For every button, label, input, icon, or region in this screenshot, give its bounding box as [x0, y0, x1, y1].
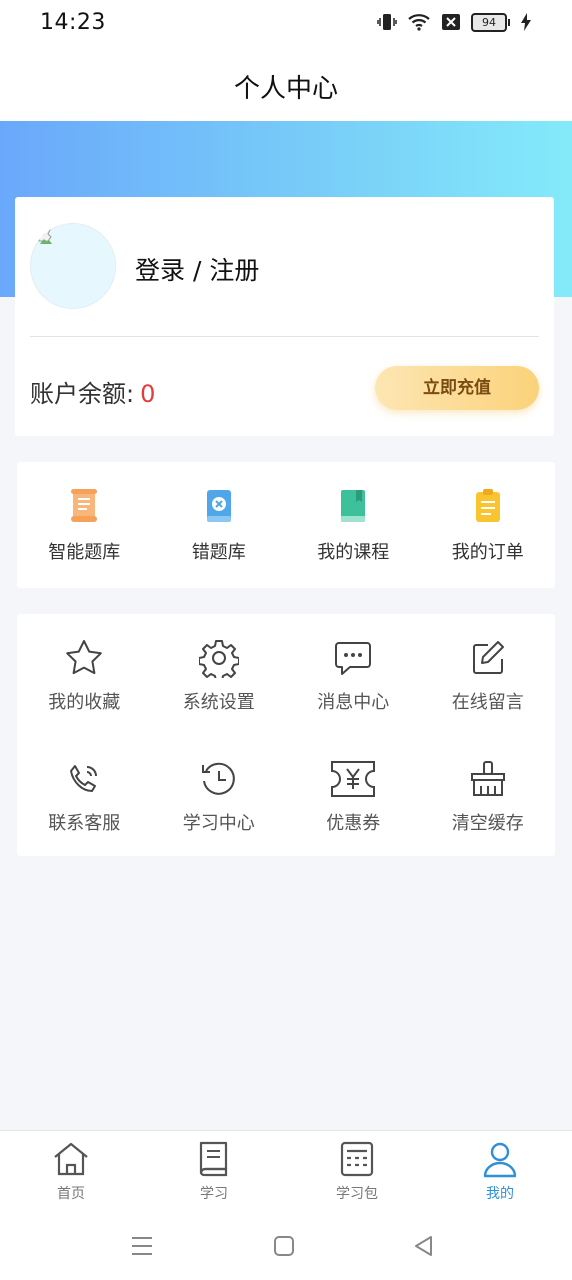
star-icon: [66, 640, 103, 675]
page-title: 个人中心: [233, 74, 338, 104]
menu-clear-cache[interactable]: 清空缓存: [421, 735, 556, 856]
balance-value: 0: [140, 380, 156, 408]
battery-indicator: 94: [471, 12, 510, 32]
menu-favorites[interactable]: 我的收藏: [17, 614, 152, 735]
menu-label: 清空缓存: [451, 813, 524, 834]
wrong-book-icon: [206, 490, 231, 522]
bottom-tab-bar: 首页 学习 学习包 我的: [0, 1130, 572, 1215]
chat-icon: [335, 642, 372, 675]
coupon-icon: [331, 761, 376, 797]
avatar[interactable]: [30, 223, 116, 309]
menu-customer-service[interactable]: 联系客服: [17, 735, 152, 856]
menu-label: 优惠券: [326, 813, 381, 834]
charging-icon: [521, 13, 531, 31]
menu-icon[interactable]: [130, 1234, 154, 1258]
feature-label: 我的课程: [317, 542, 390, 563]
menu-grid: 我的收藏 系统设置 消息中心 在线留言 联系客服 学习中心 优惠券 清空缓存: [17, 614, 555, 856]
profile-card: 登录 / 注册 账户余额: 0 立即充值: [15, 197, 554, 436]
balance-row: 账户余额: 0: [30, 374, 155, 409]
menu-leave-message[interactable]: 在线留言: [421, 614, 556, 735]
home-button-icon[interactable]: [272, 1234, 296, 1258]
status-bar: 14:23 94: [0, 0, 572, 50]
menu-label: 消息中心: [317, 692, 390, 713]
tab-label: 首页: [57, 1186, 85, 1202]
edit-icon: [472, 641, 504, 674]
battery-level: 94: [471, 12, 507, 32]
feature-label: 智能题库: [48, 542, 121, 563]
menu-study-center[interactable]: 学习中心: [152, 735, 287, 856]
feature-my-courses[interactable]: 我的课程: [286, 462, 421, 588]
status-time: 14:23: [40, 10, 106, 35]
no-sim-icon: [442, 14, 460, 30]
feature-grid: 智能题库 错题库 我的课程 我的订单: [17, 462, 555, 588]
feature-label: 错题库: [191, 542, 246, 563]
recharge-button[interactable]: 立即充值: [375, 366, 539, 410]
vibrate-icon: [377, 14, 397, 30]
book-icon: [199, 1141, 228, 1177]
tab-study-package[interactable]: 学习包: [297, 1139, 417, 1203]
history-icon: [201, 762, 235, 795]
menu-settings[interactable]: 系统设置: [152, 614, 287, 735]
title-bar: 个人中心: [0, 50, 572, 121]
broken-image-icon: [38, 229, 52, 244]
tab-home[interactable]: 首页: [11, 1139, 131, 1203]
menu-label: 我的收藏: [48, 692, 121, 713]
broom-icon: [470, 761, 505, 796]
menu-label: 学习中心: [182, 813, 255, 834]
feature-question-bank[interactable]: 智能题库: [17, 462, 152, 588]
divider: [30, 336, 539, 337]
tab-mine[interactable]: 我的: [440, 1139, 560, 1203]
phone-icon: [70, 765, 98, 792]
tab-study[interactable]: 学习: [154, 1139, 274, 1203]
menu-label: 系统设置: [182, 692, 255, 713]
feature-label: 我的订单: [451, 542, 524, 563]
tab-label: 学习: [200, 1186, 228, 1202]
feature-my-orders[interactable]: 我的订单: [421, 462, 556, 588]
user-icon: [483, 1142, 517, 1178]
back-icon[interactable]: [412, 1234, 436, 1258]
package-icon: [340, 1141, 374, 1177]
menu-label: 联系客服: [48, 813, 121, 834]
status-icons: 94: [377, 12, 532, 32]
feature-wrong-questions[interactable]: 错题库: [152, 462, 287, 588]
scroll-icon: [71, 489, 98, 522]
tab-label: 学习包: [336, 1186, 378, 1202]
wifi-icon: [408, 14, 430, 31]
system-nav-bar: [0, 1214, 572, 1280]
menu-messages[interactable]: 消息中心: [286, 614, 421, 735]
clipboard-icon: [475, 489, 500, 522]
gear-icon: [198, 640, 239, 678]
home-icon: [54, 1142, 88, 1176]
tab-label: 我的: [486, 1186, 514, 1202]
menu-label: 在线留言: [451, 692, 524, 713]
login-register-link[interactable]: 登录 / 注册: [135, 251, 259, 287]
course-book-icon: [341, 490, 366, 522]
balance-label: 账户余额:: [30, 380, 135, 408]
menu-coupons[interactable]: 优惠券: [286, 735, 421, 856]
